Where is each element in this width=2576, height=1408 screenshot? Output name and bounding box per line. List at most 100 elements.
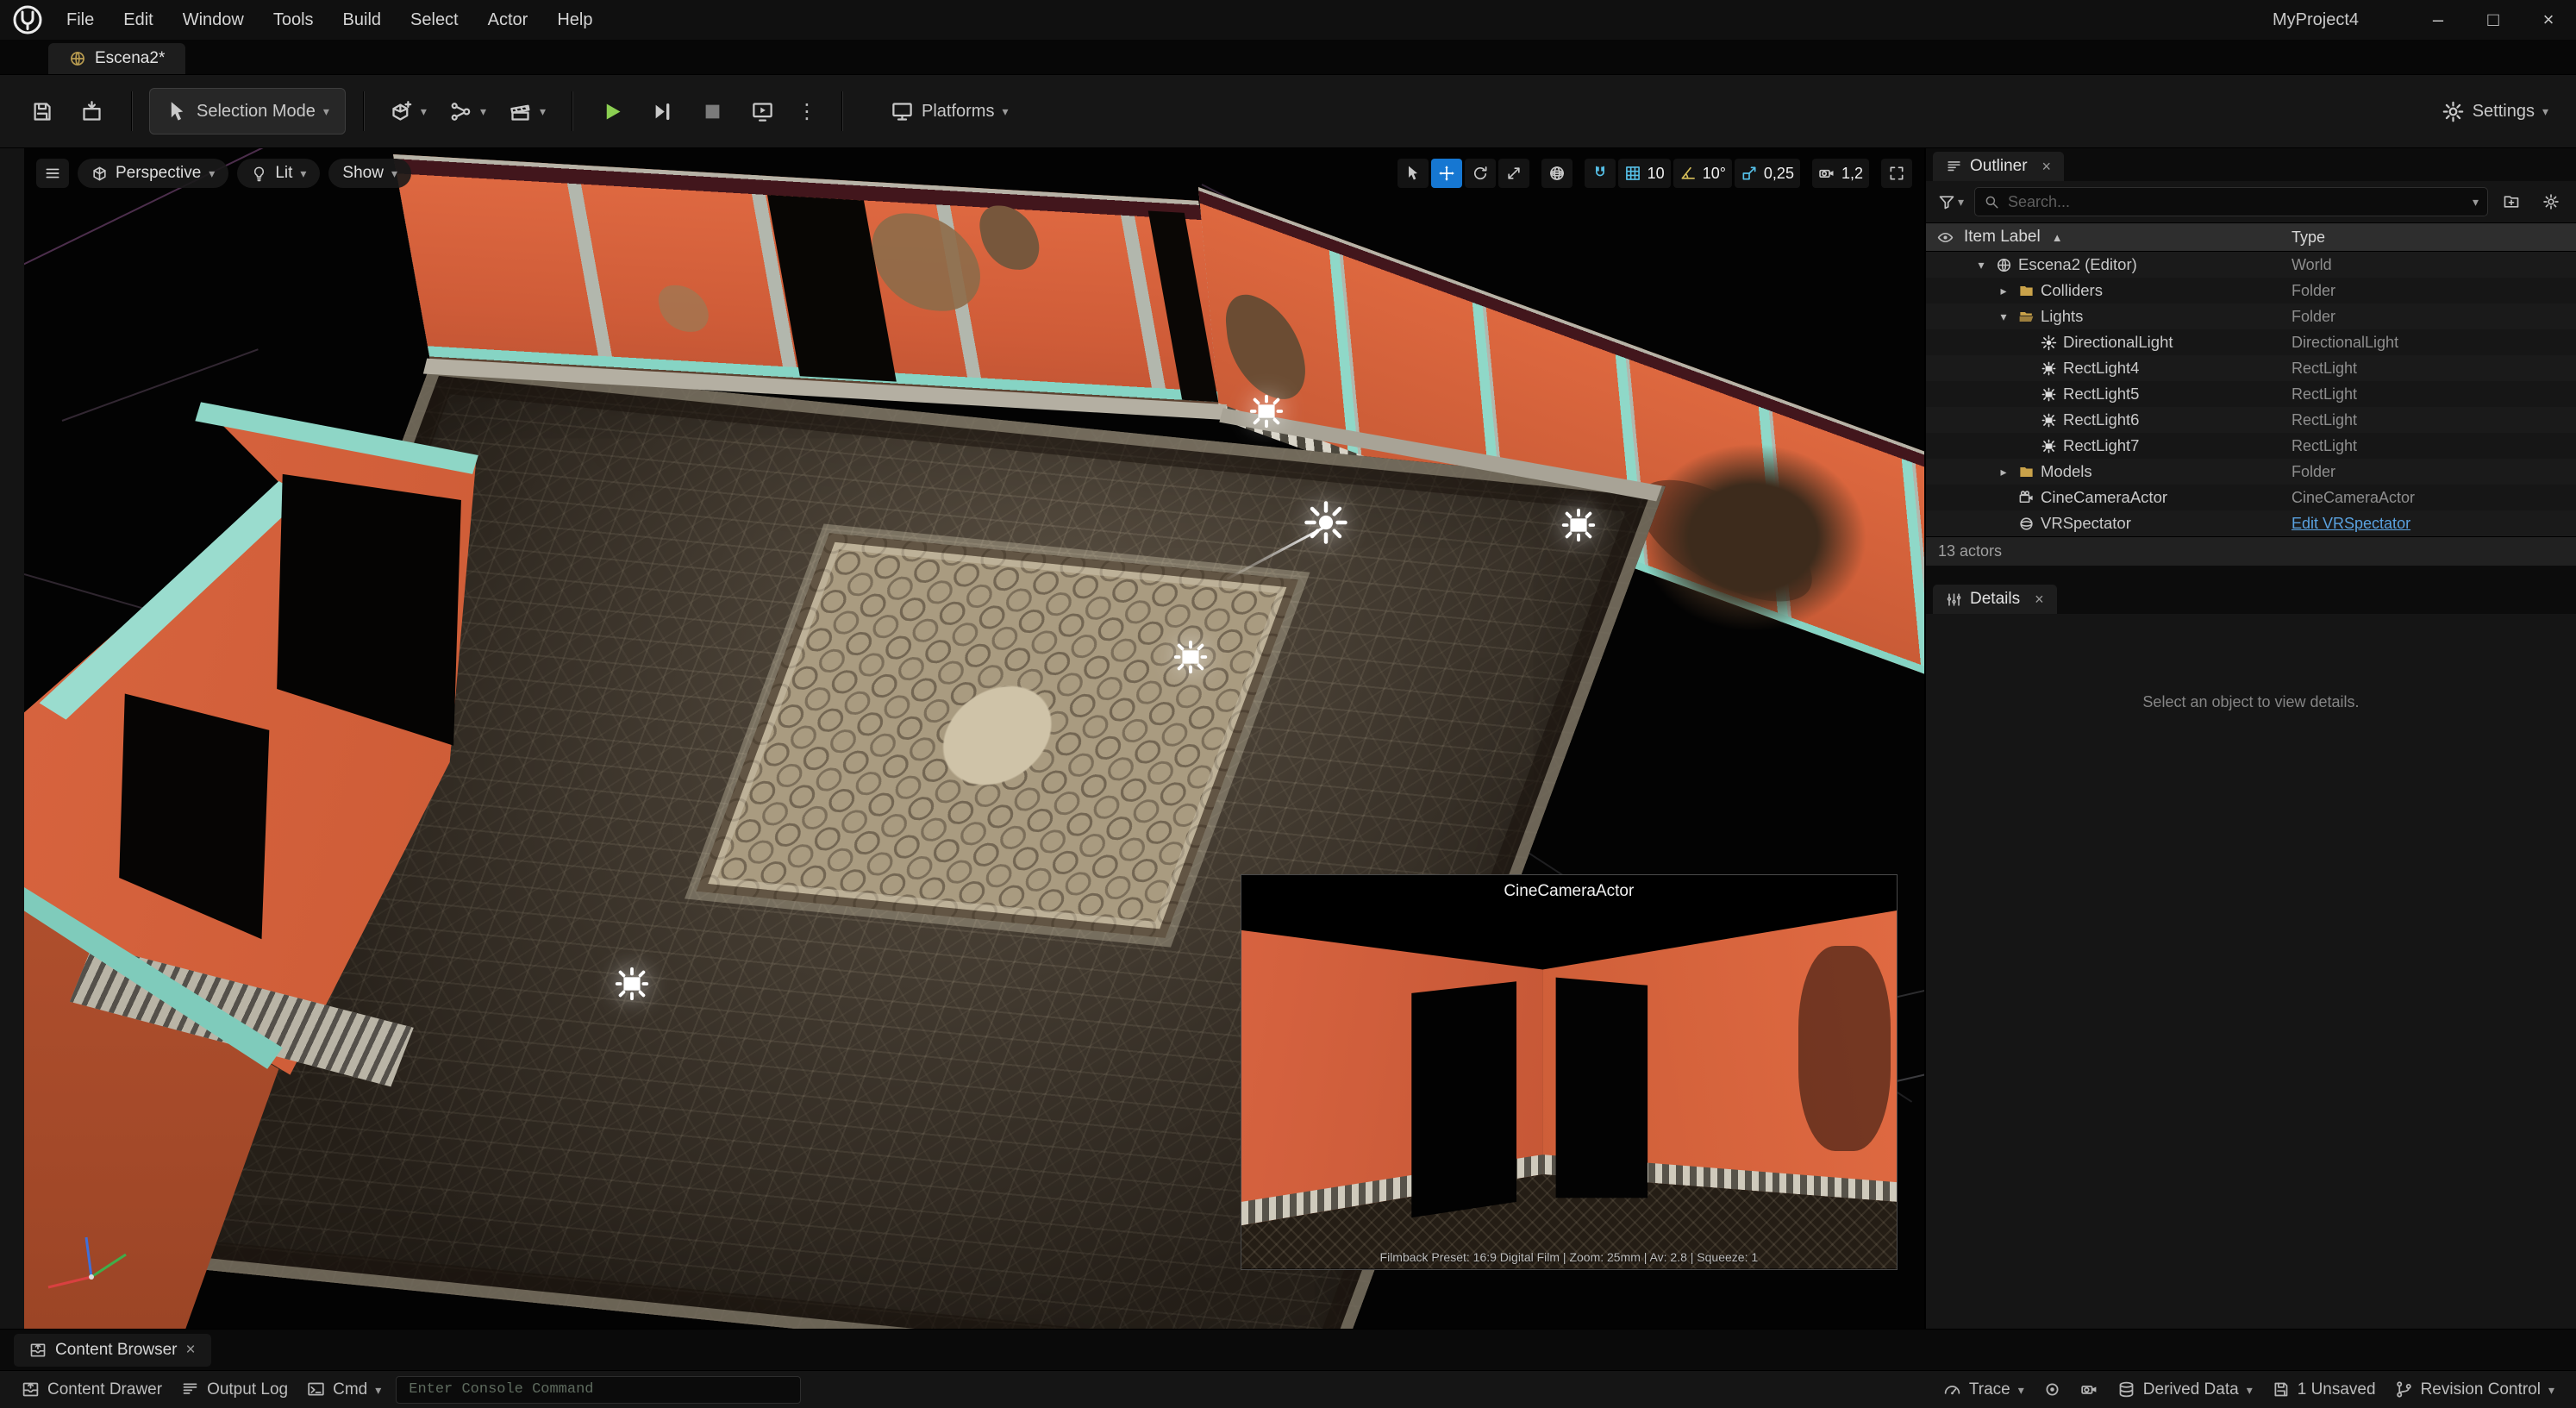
maximize-viewport-button[interactable] [1881, 159, 1912, 188]
visibility-column-header[interactable] [1926, 229, 1964, 246]
perspective-label: Perspective [116, 164, 201, 183]
rotation-snap-toggle[interactable]: 10° [1673, 159, 1732, 188]
play-options-kebab[interactable]: ⋮ [790, 99, 824, 124]
restore-button[interactable]: □ [2466, 0, 2521, 40]
close-icon[interactable]: × [2035, 591, 2044, 609]
blueprints-dropdown[interactable]: ▾ [441, 88, 495, 135]
expander-icon[interactable]: ▸ [1995, 284, 2012, 298]
content-drawer-button[interactable]: Content Drawer [12, 1371, 172, 1408]
session-record-button[interactable] [2034, 1371, 2071, 1408]
console-command-input[interactable] [407, 1380, 790, 1399]
menu-edit[interactable]: Edit [109, 5, 167, 35]
create-folder-button[interactable] [2495, 187, 2528, 216]
close-icon[interactable]: × [2042, 158, 2052, 176]
item-label-column-header[interactable]: Item Label ▲ [1964, 228, 2292, 247]
rect-light-gizmo[interactable] [1171, 637, 1210, 677]
row-type: DirectionalLight [2292, 334, 2576, 352]
details-icon [1946, 591, 1962, 608]
outliner-actor-count: 13 actors [1926, 536, 2576, 566]
perspective-dropdown[interactable]: Perspective ▾ [78, 159, 228, 188]
menu-help[interactable]: Help [542, 5, 607, 35]
row-label: Escena2 (Editor) [2018, 255, 2137, 274]
frame-skip-button[interactable] [640, 88, 685, 135]
outliner-row-directionallight[interactable]: DirectionalLight DirectionalLight [1926, 329, 2576, 355]
unreal-logo-icon[interactable] [12, 4, 43, 35]
outliner-row-lights[interactable]: ▾Lights Folder [1926, 304, 2576, 329]
unreal-editor-window: File Edit Window Tools Build Select Acto… [0, 0, 2576, 1408]
rotate-tool-button[interactable] [1465, 159, 1496, 188]
selection-mode-dropdown[interactable]: Selection Mode ▾ [149, 88, 346, 135]
close-button[interactable]: × [2521, 0, 2576, 40]
expander-icon[interactable]: ▸ [1995, 465, 2012, 479]
content-import-button[interactable] [69, 88, 114, 135]
menu-window[interactable]: Window [168, 5, 259, 35]
level-tab-escena2[interactable]: Escena2* [48, 43, 185, 74]
content-browser-icon [29, 1342, 47, 1359]
directional-light-gizmo[interactable] [1303, 499, 1349, 546]
menu-file[interactable]: File [52, 5, 109, 35]
menu-actor[interactable]: Actor [473, 5, 543, 35]
camera-speed-button[interactable]: 1,2 [1812, 159, 1869, 188]
rect-light-gizmo[interactable] [1559, 505, 1598, 545]
outliner-row-rectlight6[interactable]: RectLight6 RectLight [1926, 407, 2576, 433]
wall-damage-patch [655, 284, 712, 333]
rect-light-gizmo[interactable] [1247, 391, 1286, 431]
rect-light-gizmo[interactable] [612, 964, 652, 1004]
select-tool-button[interactable] [1397, 159, 1429, 188]
minimize-button[interactable]: – [2410, 0, 2466, 40]
outliner-row-models[interactable]: ▸Models Folder [1926, 459, 2576, 485]
stop-button[interactable] [690, 88, 735, 135]
tab-details[interactable]: Details × [1933, 585, 2057, 614]
edit-vrspectator-link[interactable]: Edit VRSpectator [2292, 515, 2576, 533]
close-icon[interactable]: × [186, 1341, 196, 1360]
unsaved-indicator[interactable]: 1 Unsaved [2262, 1371, 2385, 1408]
search-options-caret[interactable]: ▾ [2473, 196, 2479, 208]
menu-build[interactable]: Build [328, 5, 396, 35]
viewport-snapshot-button[interactable] [2071, 1371, 2108, 1408]
filter-button[interactable]: ▾ [1935, 187, 1967, 216]
play-button[interactable] [590, 88, 635, 135]
row-type: RectLight [2292, 411, 2576, 429]
output-log-button[interactable]: Output Log [172, 1371, 297, 1408]
scale-tool-button[interactable] [1498, 159, 1529, 188]
move-tool-button[interactable] [1431, 159, 1462, 188]
outliner-row-rectlight5[interactable]: RectLight5 RectLight [1926, 381, 2576, 407]
settings-dropdown[interactable]: Settings ▾ [2433, 88, 2557, 135]
show-flags-dropdown[interactable]: Show ▾ [328, 159, 411, 188]
surface-snap-toggle[interactable] [1585, 159, 1616, 188]
outliner-settings-button[interactable] [2535, 187, 2567, 216]
expander-icon[interactable]: ▾ [1973, 258, 1990, 272]
derived-data-dropdown[interactable]: Derived Data ▾ [2108, 1371, 2262, 1408]
outliner-row-vrspectator[interactable]: VRSpectator Edit VRSpectator [1926, 510, 2576, 536]
trace-dropdown[interactable]: Trace ▾ [1934, 1371, 2034, 1408]
launch-button[interactable] [740, 88, 785, 135]
menu-select[interactable]: Select [396, 5, 473, 35]
outliner-row-rectlight4[interactable]: RectLight4 RectLight [1926, 355, 2576, 381]
viewport-options-button[interactable] [36, 159, 69, 188]
outliner-row-escena2[interactable]: ▾Escena2 (Editor) World [1926, 252, 2576, 278]
outliner-row-rectlight7[interactable]: RectLight7 RectLight [1926, 433, 2576, 459]
type-column-header[interactable]: Type [2292, 228, 2576, 247]
world-local-toggle[interactable] [1541, 159, 1572, 188]
expander-icon[interactable]: ▾ [1995, 310, 2012, 324]
platforms-dropdown[interactable]: Platforms ▾ [882, 88, 1017, 135]
outliner-row-cinecameraactor[interactable]: CineCameraActor CineCameraActor [1926, 485, 2576, 510]
search-input[interactable] [2006, 192, 2466, 212]
cursor-icon [166, 100, 189, 123]
menu-tools[interactable]: Tools [259, 5, 328, 35]
outliner-tree: ▾Escena2 (Editor) World ▸Colliders Folde… [1926, 252, 2576, 536]
viewport-3d[interactable]: Perspective ▾ Lit ▾ Show ▾ [24, 148, 1924, 1329]
quick-add-dropdown[interactable]: ▾ [381, 88, 435, 135]
save-button[interactable] [19, 88, 64, 135]
wall-damage-patch [865, 210, 987, 313]
outliner-row-colliders[interactable]: ▸Colliders Folder [1926, 278, 2576, 304]
scale-snap-toggle[interactable]: 0,25 [1735, 159, 1800, 188]
grid-snap-toggle[interactable]: 10 [1618, 159, 1671, 188]
view-mode-dropdown[interactable]: Lit ▾ [237, 159, 320, 188]
revision-control-dropdown[interactable]: Revision Control ▾ [2385, 1371, 2564, 1408]
tab-outliner[interactable]: Outliner × [1933, 152, 2064, 181]
cinematics-dropdown[interactable]: ▾ [500, 88, 554, 135]
log-icon [181, 1380, 199, 1399]
tab-content-browser[interactable]: Content Browser × [14, 1334, 211, 1367]
cmd-dropdown[interactable]: Cmd ▾ [297, 1371, 391, 1408]
